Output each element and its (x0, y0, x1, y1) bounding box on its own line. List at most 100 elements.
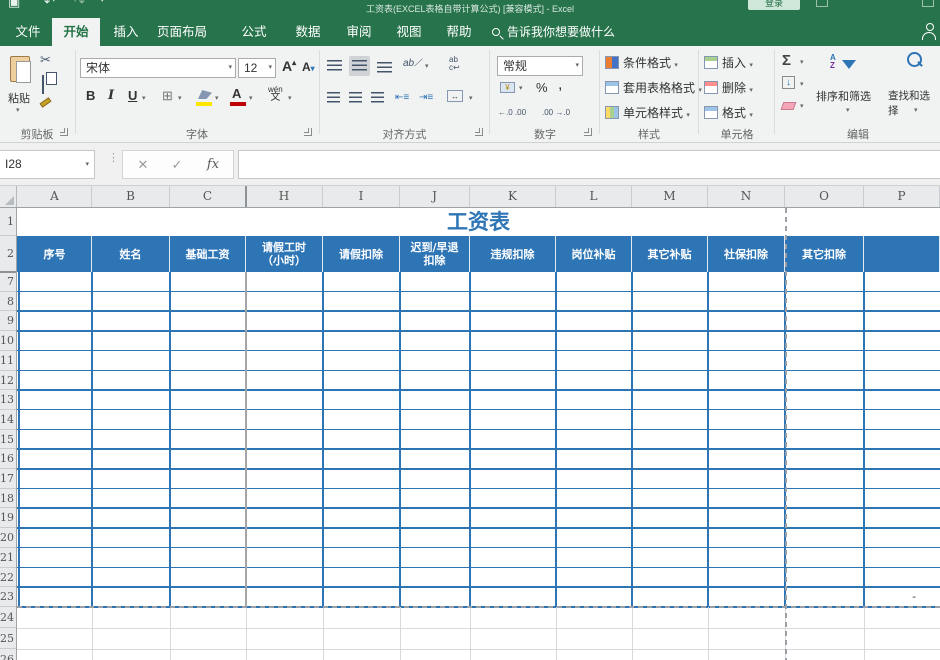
table-header-cell-请假扣除[interactable]: 请假扣除 (323, 236, 400, 272)
format-painter-icon[interactable] (40, 97, 52, 107)
row-header-2[interactable]: 2 (0, 236, 16, 272)
window-control-icon[interactable] (922, 0, 934, 7)
orientation-dropdown-icon[interactable]: ▾ (425, 62, 429, 70)
table-header-cell-其它扣除[interactable]: 其它扣除 (785, 236, 864, 272)
autosum-dropdown-icon[interactable]: ▾ (800, 58, 804, 66)
increase-indent-icon[interactable]: ⇥≡ (419, 94, 433, 102)
font-color-icon[interactable]: A (232, 86, 241, 101)
row-header-16[interactable]: 16 (0, 449, 16, 469)
table-header-cell-迟到/早退[interactable]: 迟到/早退 扣除 (400, 236, 470, 272)
row-header-8[interactable]: 8 (0, 292, 16, 312)
row-header-12[interactable]: 12 (0, 371, 16, 391)
table-header-cell-其它补贴[interactable]: 其它补贴 (632, 236, 708, 272)
wrap-text-icon[interactable]: ab c↩ (449, 56, 460, 72)
table-header-cell-请假工时[interactable]: 请假工时 （小时） (246, 236, 323, 272)
number-format-combo[interactable]: 常规▾ (497, 56, 583, 76)
underline-button[interactable]: U (128, 88, 137, 103)
sort-filter-icon[interactable]: AZ (830, 54, 836, 70)
column-header-A[interactable]: A (18, 186, 92, 207)
underline-dropdown-icon[interactable]: ▾ (142, 94, 146, 102)
autosum-icon[interactable]: Σ (782, 52, 791, 69)
ribbon-options-icon[interactable] (816, 0, 828, 7)
spreadsheet-grid[interactable]: 工资表 序号姓名基础工资请假工时 （小时）请假扣除迟到/早退 扣除违规扣除岗位补… (17, 208, 940, 660)
italic-button[interactable]: I (108, 88, 114, 103)
align-left-icon[interactable] (327, 92, 340, 103)
cells-button-格式[interactable]: 格式 ▾ (704, 102, 753, 124)
tab-视图[interactable]: 视图 (384, 18, 434, 46)
decrease-indent-icon[interactable]: ⇤≡ (395, 94, 409, 102)
find-select-dropdown-icon[interactable]: ▾ (914, 106, 918, 114)
percent-style-icon[interactable]: % (536, 80, 548, 95)
formula-bar-handle[interactable]: ⋮ (108, 155, 111, 173)
borders-icon[interactable]: ⊞ (162, 88, 173, 104)
sort-filter-dropdown-icon[interactable]: ▾ (846, 106, 850, 114)
orientation-icon[interactable]: ab⟋ (403, 60, 421, 68)
styles-button-套用表格格式[interactable]: 套用表格格式 ▾ (605, 77, 702, 99)
copy-icon[interactable] (42, 75, 44, 94)
paste-icon[interactable] (10, 56, 30, 82)
tab-帮助[interactable]: 帮助 (434, 18, 484, 46)
clear-dropdown-icon[interactable]: ▾ (800, 102, 804, 110)
sign-in-button[interactable]: 登录 (748, 0, 800, 10)
merge-center-icon[interactable]: ↔ (447, 90, 463, 102)
table-header-cell-blank[interactable] (864, 236, 940, 272)
comma-style-icon[interactable]: , (558, 76, 562, 94)
row-header-24[interactable]: 24 (0, 607, 16, 628)
cut-icon[interactable]: ✂ (40, 52, 51, 68)
cell-p23[interactable]: - (864, 587, 940, 607)
font-dialog-launcher-icon[interactable] (304, 128, 312, 136)
accounting-dropdown-icon[interactable]: ▾ (519, 84, 523, 92)
row-header-9[interactable]: 9 (0, 311, 16, 331)
fill-dropdown-icon[interactable]: ▾ (215, 94, 219, 102)
clear-icon[interactable] (781, 102, 797, 110)
row-header-7[interactable]: 7 (0, 272, 16, 292)
column-header-O[interactable]: O (785, 186, 864, 207)
share-person-icon[interactable] (922, 23, 938, 41)
number-dialog-launcher-icon[interactable] (584, 128, 592, 136)
row-header-10[interactable]: 10 (0, 331, 16, 351)
tab-审阅[interactable]: 审阅 (334, 18, 384, 46)
sort-filter-button[interactable]: 排序和筛选 (816, 88, 871, 104)
tab-插入[interactable]: 插入 (104, 18, 148, 46)
table-header-cell-姓名[interactable]: 姓名 (92, 236, 170, 272)
align-center-icon[interactable] (349, 92, 362, 103)
fill-color-icon[interactable] (198, 90, 212, 99)
styles-button-单元格样式[interactable]: 单元格样式 ▾ (605, 102, 690, 124)
clipboard-dialog-launcher-icon[interactable] (60, 128, 68, 136)
row-header-11[interactable]: 11 (0, 351, 16, 371)
font-size-combo[interactable]: 12▾ (238, 58, 276, 78)
column-header-L[interactable]: L (556, 186, 632, 207)
name-box[interactable]: I28▾ (0, 150, 95, 179)
column-header-N[interactable]: N (708, 186, 785, 207)
tab-公式[interactable]: 公式 (226, 18, 282, 46)
increase-font-icon[interactable]: A▴ (282, 58, 296, 74)
insert-function-icon[interactable]: fx (201, 151, 225, 178)
row-header-14[interactable]: 14 (0, 410, 16, 430)
cells-button-删除[interactable]: 删除 ▾ (704, 77, 753, 99)
find-select-icon[interactable] (906, 52, 922, 68)
row-header-15[interactable]: 15 (0, 430, 16, 450)
cancel-icon[interactable]: ✕ (131, 151, 155, 178)
alignment-dialog-launcher-icon[interactable] (475, 128, 483, 136)
table-header-cell-岗位补贴[interactable]: 岗位补贴 (556, 236, 632, 272)
tab-开始[interactable]: 开始 (52, 18, 100, 46)
tell-me-box[interactable]: 告诉我你想要做什么 (492, 18, 615, 46)
row-header-17[interactable]: 17 (0, 469, 16, 489)
row-header-23[interactable]: 23 (0, 587, 16, 607)
decrease-decimal-icon[interactable]: .00 →.0 (542, 108, 570, 117)
align-right-icon[interactable] (371, 92, 384, 103)
increase-decimal-icon[interactable]: ←.0 .00 (498, 108, 526, 117)
column-header-B[interactable]: B (92, 186, 170, 207)
merge-dropdown-icon[interactable]: ▾ (469, 94, 473, 102)
phonetic-dropdown-icon[interactable]: ▾ (288, 94, 292, 102)
column-header-K[interactable]: K (470, 186, 556, 207)
row-header-22[interactable]: 22 (0, 568, 16, 588)
tab-数据[interactable]: 数据 (282, 18, 334, 46)
table-header-row[interactable]: 序号姓名基础工资请假工时 （小时）请假扣除迟到/早退 扣除违规扣除岗位补贴其它补… (17, 236, 940, 272)
paste-dropdown-icon[interactable]: ▾ (16, 106, 20, 114)
fill-down-icon[interactable]: ↓ (782, 76, 795, 89)
cells-button-插入[interactable]: 插入 ▾ (704, 52, 753, 74)
row-header-13[interactable]: 13 (0, 390, 16, 410)
column-header-M[interactable]: M (632, 186, 708, 207)
styles-button-条件格式[interactable]: 条件格式 ▾ (605, 52, 678, 74)
